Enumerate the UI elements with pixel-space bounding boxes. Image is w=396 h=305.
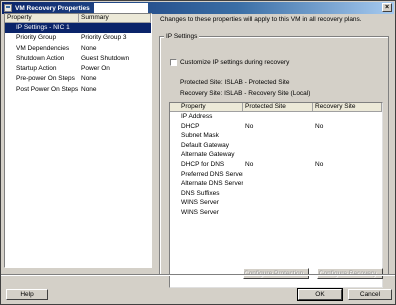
property-summary: None: [81, 85, 97, 93]
recovery-site-value: [313, 179, 382, 189]
property-list: Property Summary IP Settings - NIC 1 Prio…: [4, 13, 152, 268]
ip-setting-name: WINS Server: [181, 199, 219, 207]
property-name: VM Dependencies: [16, 44, 70, 52]
property-summary: [79, 23, 151, 34]
column-header-summary[interactable]: Summary: [79, 14, 151, 22]
property-row[interactable]: Startup Action Power On: [5, 64, 151, 74]
property-name: Priority Group: [16, 34, 57, 42]
ok-button[interactable]: OK: [297, 288, 343, 301]
recovery-site-value: [313, 208, 382, 218]
ip-setting-name: DHCP: [181, 122, 200, 130]
recovery-site-value: [313, 198, 382, 208]
close-icon[interactable]: ×: [382, 3, 392, 12]
recovery-site-text: Recovery Site: ISLAB - Recovery Site (Lo…: [180, 90, 311, 97]
ip-setting-name: Alternate DNS Server: [181, 180, 243, 188]
property-row[interactable]: VM Dependencies None: [5, 44, 151, 54]
cancel-button[interactable]: Cancel: [348, 289, 392, 300]
property-detail-pane: Changes to these properties will apply t…: [156, 13, 394, 288]
ip-grid-row[interactable]: Alternate Gateway: [170, 150, 382, 160]
property-row[interactable]: Shutdown Action Guest Shutdown: [5, 54, 151, 64]
protected-site-value: [243, 150, 313, 160]
grid-header-protected-site[interactable]: Protected Site: [243, 103, 313, 111]
property-name: Shutdown Action: [16, 54, 65, 62]
ip-settings-group-title: IP Settings: [164, 33, 200, 40]
ip-grid-row[interactable]: Default Gateway: [170, 141, 382, 151]
property-name: Pre-power On Steps: [16, 75, 75, 83]
help-button[interactable]: Help: [6, 289, 48, 300]
title-redacted-area: [93, 3, 148, 13]
grid-header-property[interactable]: Property: [170, 103, 243, 111]
description-text: Changes to these properties will apply t…: [160, 16, 362, 23]
property-name: Startup Action: [16, 65, 57, 73]
protected-site-value: [243, 112, 313, 122]
recovery-site-value: [313, 112, 382, 122]
ip-setting-name: Subnet Mask: [181, 132, 219, 140]
recovery-site-value: No: [315, 160, 324, 168]
property-summary: None: [81, 44, 97, 52]
protected-site-value: No: [245, 122, 254, 130]
protected-site-value: [243, 208, 313, 218]
protected-site-value: [243, 198, 313, 208]
property-row[interactable]: Pre-power On Steps None: [5, 74, 151, 84]
ip-settings-grid: Property Protected Site Recovery Site IP…: [169, 102, 383, 288]
ip-grid-row[interactable]: IP Address: [170, 112, 382, 122]
ip-setting-name: WINS Server: [181, 208, 219, 216]
protected-site-value: [243, 179, 313, 189]
footer-separator: [1, 274, 395, 276]
protected-site-value: [243, 141, 313, 151]
recovery-site-value: [313, 141, 382, 151]
ip-setting-name: Default Gateway: [181, 141, 230, 149]
property-summary: Guest Shutdown: [81, 54, 130, 62]
ip-setting-name: DHCP for DNS: [181, 160, 225, 168]
grid-header-recovery-site[interactable]: Recovery Site: [313, 103, 382, 111]
ip-settings-group: IP Settings Customize IP settings during…: [159, 33, 389, 288]
property-row[interactable]: IP Settings - NIC 1: [5, 23, 151, 34]
window-title: VM Recovery Properties: [15, 4, 90, 12]
vm-window-icon: [4, 4, 12, 12]
ip-grid-row[interactable]: DHCP for DNS No No: [170, 160, 382, 170]
property-summary: Power On: [81, 65, 110, 73]
ip-setting-name: Alternate Gateway: [181, 151, 235, 159]
protected-site-text: Protected Site: ISLAB - Protected Site: [180, 79, 290, 86]
ip-grid-row[interactable]: WINS Server: [170, 198, 382, 208]
vm-recovery-properties-window: VM Recovery Properties × Property Summar…: [0, 0, 396, 305]
property-row[interactable]: Priority Group Priority Group 3: [5, 33, 151, 43]
ip-grid-row[interactable]: Subnet Mask: [170, 131, 382, 141]
property-name: IP Settings - NIC 1: [5, 23, 79, 34]
property-row[interactable]: Post Power On Steps None: [5, 85, 151, 95]
column-header-property[interactable]: Property: [5, 14, 79, 22]
recovery-site-value: [313, 170, 382, 180]
property-list-header: Property Summary: [5, 14, 151, 23]
ip-grid-row[interactable]: Alternate DNS Server: [170, 179, 382, 189]
ip-grid-row[interactable]: DHCP No No: [170, 122, 382, 132]
protected-site-value: [243, 131, 313, 141]
ip-grid-row[interactable]: Preferred DNS Server: [170, 170, 382, 180]
property-name: Post Power On Steps: [16, 85, 79, 93]
customize-ip-label: Customize IP settings during recovery: [180, 59, 290, 66]
protected-site-value: No: [245, 160, 254, 168]
ip-grid-row[interactable]: WINS Server: [170, 208, 382, 218]
recovery-site-value: [313, 131, 382, 141]
checkbox-box[interactable]: [170, 59, 177, 66]
protected-site-value: [243, 170, 313, 180]
ip-setting-name: DNS Suffixes: [181, 189, 220, 197]
ip-setting-name: IP Address: [181, 113, 213, 120]
property-summary: Priority Group 3: [81, 34, 127, 42]
property-summary: None: [81, 75, 97, 83]
recovery-site-value: No: [315, 122, 324, 130]
protected-site-value: [243, 189, 313, 199]
ip-grid-row[interactable]: DNS Suffixes: [170, 189, 382, 199]
ip-grid-header: Property Protected Site Recovery Site: [170, 103, 382, 112]
recovery-site-value: [313, 150, 382, 160]
ip-setting-name: Preferred DNS Server: [181, 170, 243, 178]
recovery-site-value: [313, 189, 382, 199]
customize-ip-checkbox[interactable]: Customize IP settings during recovery: [170, 59, 289, 66]
